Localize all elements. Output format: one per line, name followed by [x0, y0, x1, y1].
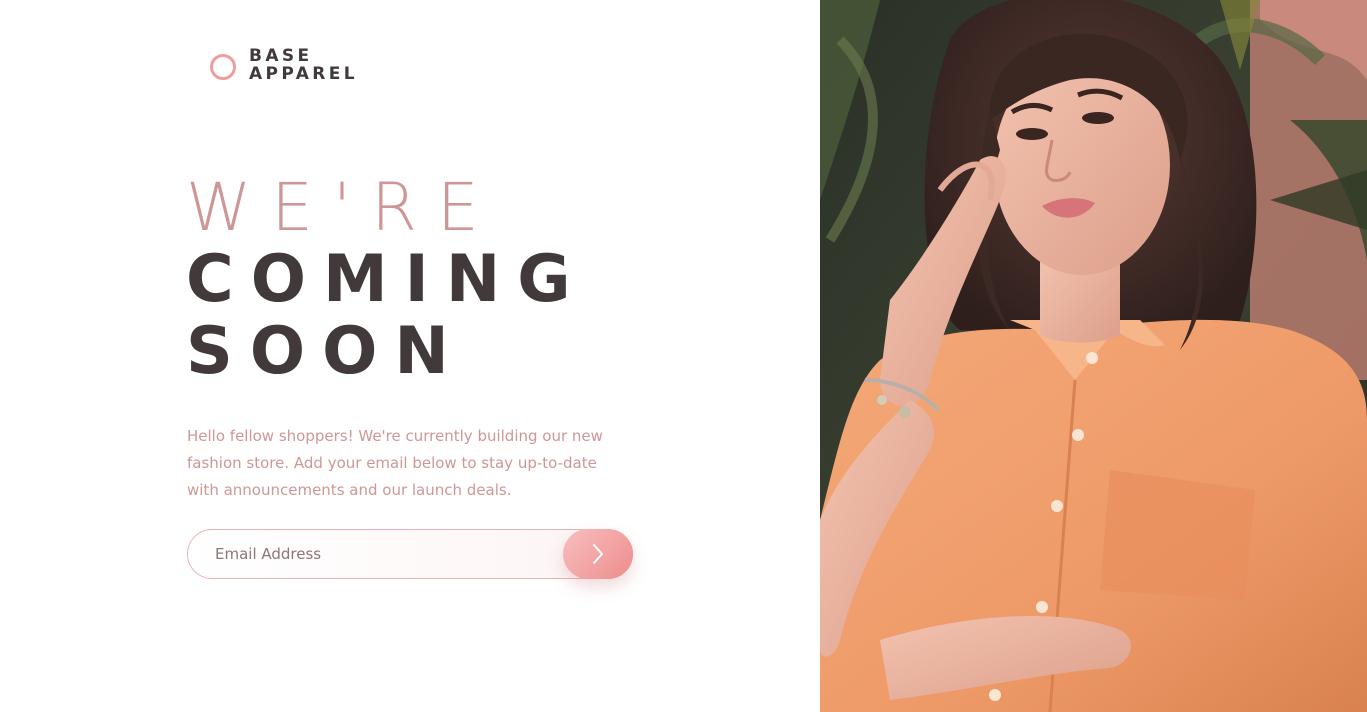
intro-text: Hello fellow shoppers! We're currently b…: [187, 427, 603, 499]
logo-line-apparel: APPAREL: [249, 64, 359, 84]
content-panel: BASE APPAREL WE'RE COMING SOON Hello fel…: [0, 0, 820, 712]
hero-image: [820, 0, 1367, 712]
headline-line-soon: SOON: [186, 314, 466, 389]
chevron-right-icon: [592, 543, 604, 565]
page-headline: WE'RE COMING SOON: [186, 172, 588, 388]
email-signup-form: [187, 529, 633, 579]
brand-logo[interactable]: BASE APPAREL: [210, 47, 358, 83]
logo-line-base: BASE: [249, 46, 313, 66]
logo-ring-icon: [210, 54, 236, 80]
hero-photo: [820, 0, 1367, 712]
headline-line-were: WE'RE: [186, 169, 499, 246]
coming-soon-page: BASE APPAREL WE'RE COMING SOON Hello fel…: [0, 0, 1367, 712]
logo-text: BASE APPAREL: [249, 47, 358, 83]
submit-button[interactable]: [563, 529, 633, 579]
headline-line-coming: COMING: [186, 242, 588, 317]
